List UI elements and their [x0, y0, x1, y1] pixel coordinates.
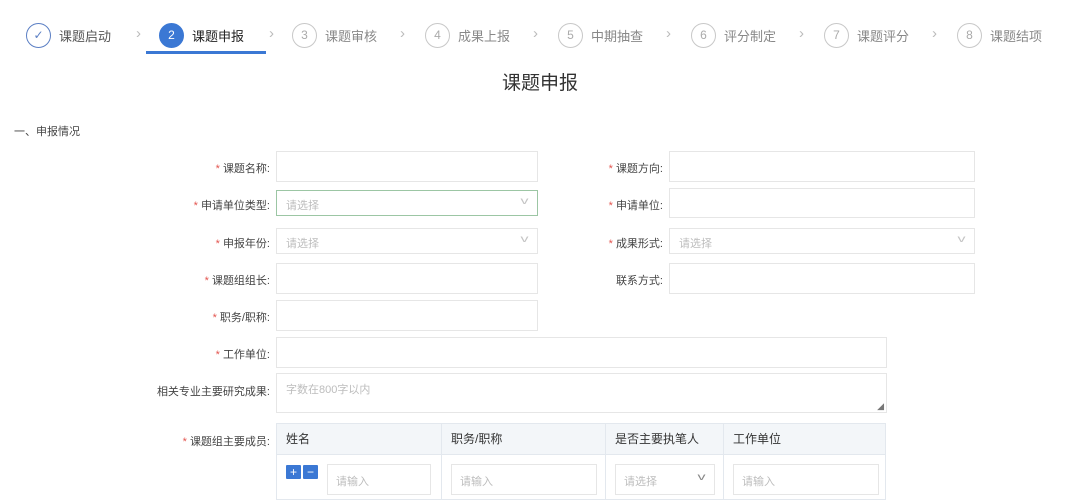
work-unit-cell: 请输入: [723, 455, 885, 500]
required-mark: *: [608, 163, 613, 175]
section-title: 一、申报情况: [14, 126, 80, 138]
unit-type-select[interactable]: 请选择 v: [276, 190, 538, 216]
name-cell: + − 请输入: [277, 455, 441, 500]
applicant-unit-input[interactable]: [669, 188, 975, 218]
resize-handle-icon[interactable]: ◢: [877, 402, 884, 411]
step-number: 3: [292, 22, 317, 48]
chevron-down-icon: v: [957, 234, 966, 245]
step-number: 8: [957, 22, 982, 48]
column-header-name: 姓名: [286, 432, 311, 446]
member-name-input[interactable]: 请输入: [327, 464, 431, 495]
select-placeholder: 请选择: [286, 200, 319, 212]
step-project-closure[interactable]: 8 课题结项: [957, 22, 1042, 48]
active-step-indicator: [146, 51, 266, 54]
column-header-main-writer: 是否主要执笔人: [605, 424, 723, 455]
member-work-unit-input[interactable]: 请输入: [733, 464, 879, 495]
members-label: * 课题组主要成员:: [182, 436, 270, 448]
step-label: 课题申报: [192, 28, 245, 44]
chevron-right-icon: ›: [136, 25, 141, 42]
input-placeholder: 请输入: [460, 476, 493, 488]
step-project-scoring[interactable]: 7 课题评分 ›: [824, 22, 937, 48]
apply-year-select[interactable]: 请选择 v: [276, 228, 538, 254]
step-label: 课题启动: [59, 28, 112, 44]
contact-label: 联系方式:: [615, 275, 663, 287]
chevron-right-icon: ›: [932, 25, 937, 42]
position-title-label: * 职务/职称:: [212, 312, 270, 324]
contact-input[interactable]: [669, 263, 975, 294]
chevron-down-icon: v: [520, 196, 529, 207]
chevron-right-icon: ›: [269, 25, 274, 42]
step-number: 2: [159, 22, 184, 48]
remove-row-button[interactable]: −: [303, 465, 318, 479]
research-results-label: 相关专业主要研究成果:: [156, 386, 270, 398]
input-placeholder: 请输入: [742, 476, 775, 488]
input-placeholder: 请输入: [336, 476, 369, 488]
step-label: 评分制定: [724, 28, 777, 44]
required-mark: *: [608, 238, 613, 250]
step-midterm-check[interactable]: 5 中期抽查 ›: [558, 22, 671, 48]
required-mark: *: [215, 349, 220, 361]
chevron-right-icon: ›: [666, 25, 671, 42]
work-unit-label: * 工作单位:: [215, 349, 270, 361]
unit-type-label: * 申请单位类型:: [193, 200, 270, 212]
step-number: 4: [425, 22, 450, 48]
required-mark: *: [608, 200, 613, 212]
leader-label: * 课题组组长:: [204, 275, 270, 287]
required-mark: *: [193, 200, 198, 212]
required-mark: *: [212, 312, 217, 324]
topic-name-label: * 课题名称:: [215, 163, 270, 175]
chevron-down-icon: v: [697, 472, 706, 483]
chevron-right-icon: ›: [799, 25, 804, 42]
step-project-start[interactable]: ✓ 课题启动 ›: [26, 22, 141, 48]
work-unit-input[interactable]: [276, 337, 887, 368]
add-row-button[interactable]: +: [286, 465, 301, 479]
leader-input[interactable]: [276, 263, 538, 294]
members-table: 姓名 职务/职称 是否主要执笔人 工作单位 + − 请输入 请输入 请选择 v …: [276, 423, 886, 500]
step-label: 课题评分: [857, 28, 910, 44]
page-title: 课题申报: [501, 73, 578, 94]
step-project-application[interactable]: 2 课题申报 ›: [159, 22, 274, 48]
position-title-input[interactable]: [276, 300, 538, 331]
applicant-unit-label: * 申请单位:: [608, 200, 663, 212]
topic-name-input[interactable]: [276, 151, 538, 182]
progress-stepper: ✓ 课题启动 › 2 课题申报 › 3 课题审核 › 4 成果上报 › 5 中期…: [0, 0, 1080, 68]
research-results-textarea[interactable]: 字数在800字以内 ◢: [276, 373, 887, 413]
step-label: 成果上报: [458, 28, 511, 44]
member-title-input[interactable]: 请输入: [451, 464, 597, 495]
main-writer-cell: 请选择 v: [605, 455, 723, 500]
step-result-report[interactable]: 4 成果上报 ›: [425, 22, 538, 48]
select-placeholder: 请选择: [286, 238, 319, 250]
topic-direction-input[interactable]: [669, 151, 975, 182]
result-form-label: * 成果形式:: [608, 238, 663, 250]
chevron-right-icon: ›: [400, 25, 405, 42]
step-number: 6: [691, 22, 716, 48]
topic-direction-label: * 课题方向:: [608, 163, 663, 175]
step-label: 课题结项: [990, 28, 1043, 44]
step-project-review[interactable]: 3 课题审核 ›: [292, 22, 405, 48]
step-label: 课题审核: [325, 28, 378, 44]
required-mark: *: [215, 238, 220, 250]
column-header-title: 职务/职称: [441, 424, 605, 455]
column-header-work-unit: 工作单位: [723, 424, 885, 455]
apply-year-label: * 申报年份:: [215, 238, 270, 250]
step-number: 5: [558, 22, 583, 48]
step-label: 中期抽查: [591, 28, 644, 44]
required-mark: *: [215, 163, 220, 175]
select-placeholder: 请选择: [624, 476, 657, 488]
chevron-down-icon: v: [520, 234, 529, 245]
required-mark: *: [204, 275, 209, 287]
textarea-placeholder: 字数在800字以内: [286, 384, 371, 396]
result-form-select[interactable]: 请选择 v: [669, 228, 975, 254]
step-scoring-rules[interactable]: 6 评分制定 ›: [691, 22, 804, 48]
chevron-right-icon: ›: [533, 25, 538, 42]
check-icon: ✓: [26, 22, 51, 48]
members-table-header: 姓名 职务/职称 是否主要执笔人 工作单位: [277, 424, 885, 455]
select-placeholder: 请选择: [679, 238, 712, 250]
title-cell: 请输入: [441, 455, 605, 500]
required-mark: *: [182, 436, 187, 448]
table-row: + − 请输入 请输入 请选择 v 请输入: [277, 455, 885, 500]
step-number: 7: [824, 22, 849, 48]
member-main-writer-select[interactable]: 请选择 v: [615, 464, 715, 495]
